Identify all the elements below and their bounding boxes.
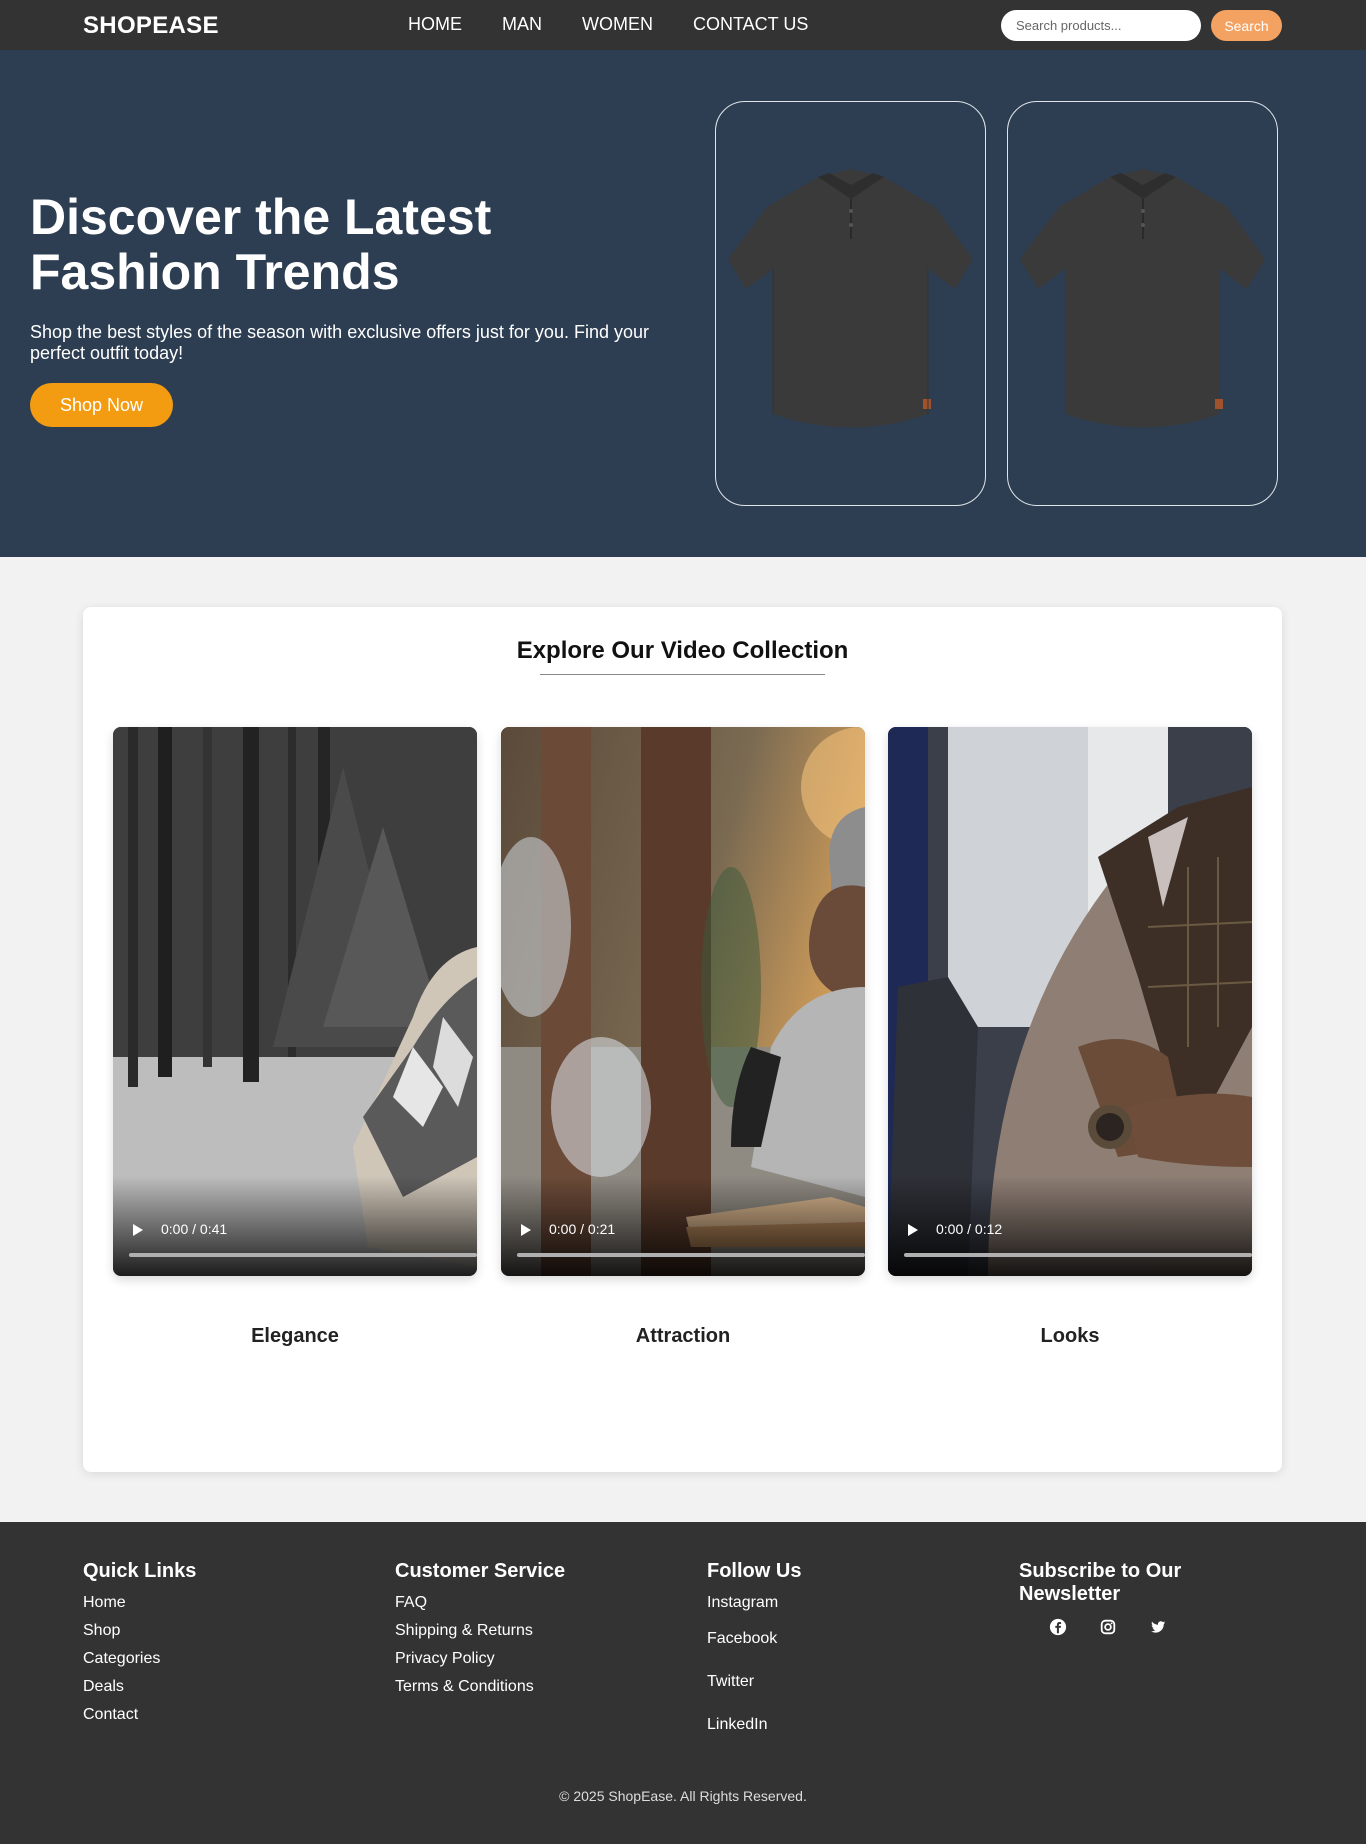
footer-link-terms[interactable]: Terms & Conditions xyxy=(395,1678,534,1695)
section-title: Explore Our Video Collection xyxy=(516,637,849,664)
search-button[interactable]: Search xyxy=(1211,10,1282,41)
instagram-icon[interactable] xyxy=(1099,1618,1119,1638)
polo-shirt-image xyxy=(1019,168,1265,427)
video-label: Attraction xyxy=(635,1325,731,1347)
footer-heading: Follow Us xyxy=(707,1560,802,1582)
brand-logo[interactable]: SHOPEASE xyxy=(83,12,219,40)
footer-link-instagram[interactable]: Instagram xyxy=(707,1594,778,1611)
play-icon[interactable] xyxy=(908,1224,918,1236)
facebook-icon[interactable] xyxy=(1049,1618,1069,1638)
video-label: Elegance xyxy=(251,1325,339,1347)
hero-subtitle: Shop the best styles of the season with … xyxy=(30,322,649,363)
hero-section: Discover the Latest Fashion Trends Shop … xyxy=(0,50,1366,557)
main-nav: HOME MAN WOMEN CONTACT US xyxy=(408,14,808,35)
footer-link-facebook[interactable]: Facebook xyxy=(707,1630,777,1647)
footer-link-shipping-returns[interactable]: Shipping & Returns xyxy=(395,1622,533,1639)
footer-newsletter: Subscribe to Our Newsletter xyxy=(1019,1560,1219,1638)
search-input[interactable] xyxy=(1001,10,1201,41)
title-divider xyxy=(540,674,825,675)
video-controls: 0:00 / 0:12 xyxy=(888,1176,1252,1276)
footer-link-home[interactable]: Home xyxy=(83,1594,126,1611)
copyright-text: © 2025 ShopEase. All Rights Reserved. xyxy=(559,1788,807,1804)
footer-link-privacy-policy[interactable]: Privacy Policy xyxy=(395,1650,495,1667)
footer-heading: Customer Service xyxy=(395,1560,566,1582)
play-icon[interactable] xyxy=(521,1224,531,1236)
video-label: Looks xyxy=(1040,1325,1100,1347)
video-player-attraction[interactable]: 0:00 / 0:21 xyxy=(501,727,865,1276)
footer-link-faq[interactable]: FAQ xyxy=(395,1594,427,1611)
video-progress-bar[interactable] xyxy=(129,1253,477,1257)
nav-link-contact-us[interactable]: CONTACT US xyxy=(693,14,808,35)
hero-title: Discover the Latest Fashion Trends xyxy=(30,189,492,300)
footer-quick-links: Quick Links Home Shop Categories Deals C… xyxy=(83,1560,196,1729)
footer: Quick Links Home Shop Categories Deals C… xyxy=(0,1522,1366,1844)
product-card[interactable] xyxy=(1007,101,1278,506)
footer-link-categories[interactable]: Categories xyxy=(83,1650,160,1667)
video-controls: 0:00 / 0:21 xyxy=(501,1176,865,1276)
product-card[interactable] xyxy=(715,101,986,506)
social-icons xyxy=(1019,1618,1219,1638)
footer-link-twitter[interactable]: Twitter xyxy=(707,1673,754,1690)
video-time: 0:00 / 0:12 xyxy=(936,1221,1003,1237)
video-player-looks[interactable]: 0:00 / 0:12 xyxy=(888,727,1252,1276)
footer-link-contact[interactable]: Contact xyxy=(83,1706,138,1723)
shop-now-button[interactable]: Shop Now xyxy=(30,383,173,427)
navbar: SHOPEASE HOME MAN WOMEN CONTACT US Searc… xyxy=(0,0,1366,50)
video-time: 0:00 / 0:41 xyxy=(161,1221,228,1237)
nav-link-home[interactable]: HOME xyxy=(408,14,462,35)
video-controls: 0:00 / 0:41 xyxy=(113,1176,477,1276)
video-progress-bar[interactable] xyxy=(517,1253,865,1257)
footer-link-deals[interactable]: Deals xyxy=(83,1678,124,1695)
footer-heading: Quick Links xyxy=(83,1560,197,1582)
play-icon[interactable] xyxy=(133,1224,143,1236)
footer-link-linkedin[interactable]: LinkedIn xyxy=(707,1716,768,1733)
polo-shirt-image xyxy=(727,168,973,427)
footer-link-shop[interactable]: Shop xyxy=(83,1622,120,1639)
footer-follow-us: Follow Us Instagram Facebook Twitter Lin… xyxy=(707,1560,801,1746)
video-time: 0:00 / 0:21 xyxy=(549,1221,616,1237)
video-collection-section: Explore Our Video Collection 0:00 / 0:41 xyxy=(83,607,1282,1472)
video-progress-bar[interactable] xyxy=(904,1253,1252,1257)
footer-heading: Subscribe to Our Newsletter xyxy=(1019,1560,1182,1605)
nav-link-women[interactable]: WOMEN xyxy=(582,14,653,35)
nav-link-man[interactable]: MAN xyxy=(502,14,542,35)
footer-customer-service: Customer Service FAQ Shipping & Returns … xyxy=(395,1560,565,1701)
twitter-icon[interactable] xyxy=(1149,1618,1169,1638)
video-player-elegance[interactable]: 0:00 / 0:41 xyxy=(113,727,477,1276)
